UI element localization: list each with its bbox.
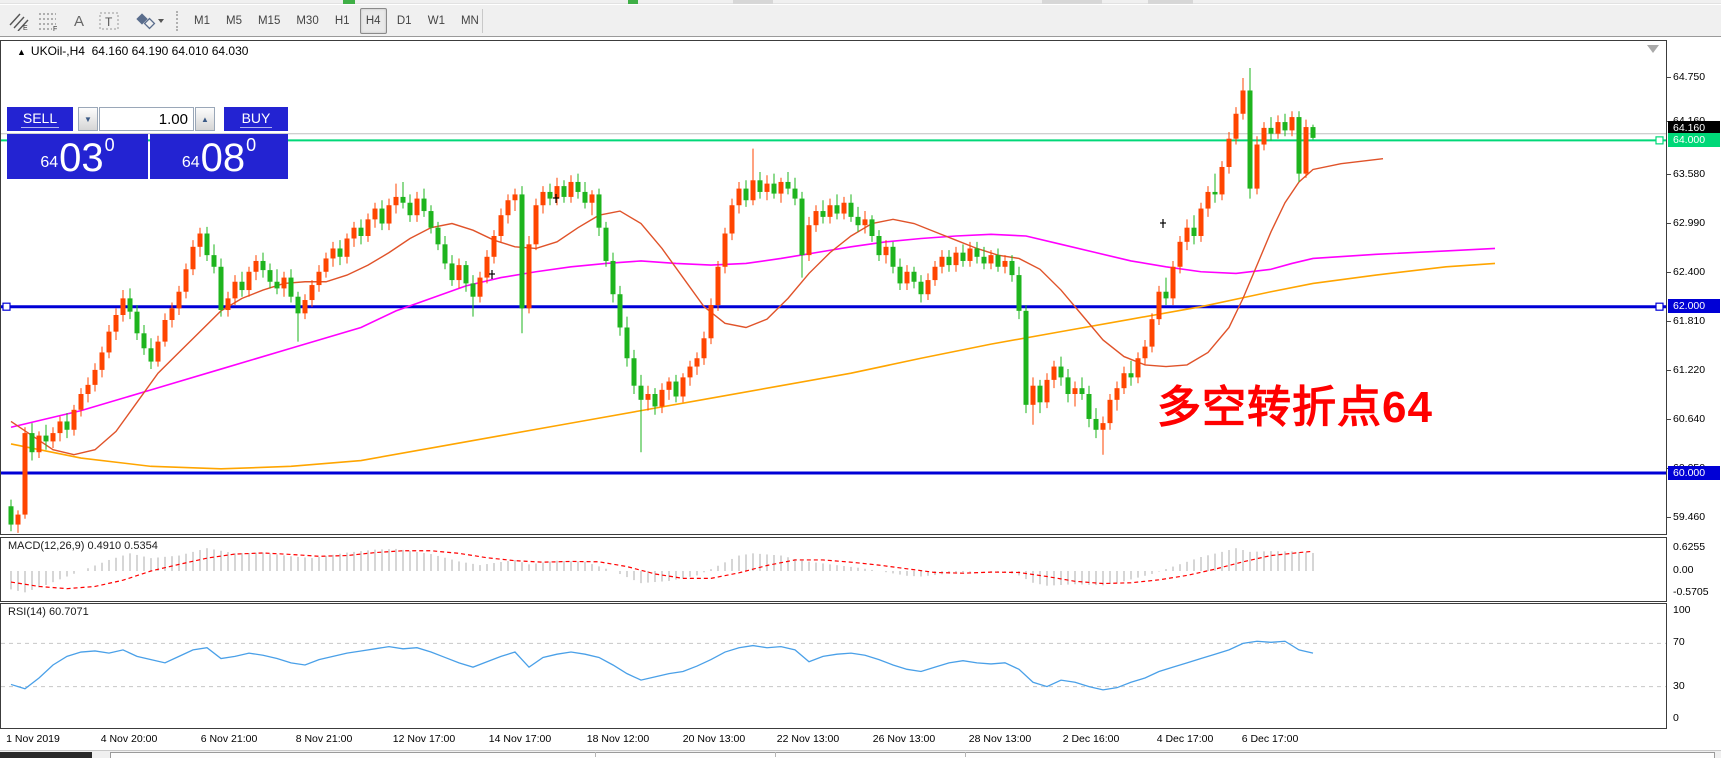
chart-symbol: UKOil-,H4 xyxy=(30,44,85,58)
date-tick-label: 1 Nov 2019 xyxy=(6,733,60,745)
macd-label: MACD(12,26,9) 0.4910 0.5354 xyxy=(8,540,158,552)
timeframe-button-h1[interactable]: H1 xyxy=(329,8,356,34)
rsi-tick-label: 0 xyxy=(1673,712,1679,724)
date-tick-label: 28 Nov 13:00 xyxy=(968,733,1032,745)
price-badge: 60.000 xyxy=(1668,466,1720,480)
macd-tick-label: -0.5705 xyxy=(1673,586,1709,598)
price-badge: 64.000 xyxy=(1668,133,1720,147)
rsi-chart xyxy=(1,640,1666,691)
timeframe-button-m15[interactable]: M15 xyxy=(252,8,286,34)
axis-tick xyxy=(1667,223,1671,224)
shapes-tool-icon[interactable] xyxy=(132,8,166,34)
rsi-pane[interactable]: RSI(14) 60.7071 xyxy=(0,603,1667,729)
bottom-tick xyxy=(595,752,596,757)
timeframe-button-mn[interactable]: MN xyxy=(455,8,485,34)
date-tick-label: 6 Dec 17:00 xyxy=(1241,733,1299,745)
volume-decrease-button[interactable]: ▼ xyxy=(78,107,98,131)
price-tick-label: 61.810 xyxy=(1673,315,1706,327)
bottom-tick xyxy=(775,752,776,757)
toolbar-grip[interactable] xyxy=(176,11,180,31)
toolbar: E F A T M1 M5 M15 M30 H1 H4 D1 W1 MN xyxy=(0,5,1721,37)
main-chart-pane[interactable]: ▲ UKOil-,H4 64.160 64.190 64.010 64.030 多… xyxy=(0,40,1667,535)
sliver-fragment xyxy=(628,0,638,4)
price-axis[interactable]: 64.75064.16063.58062.99062.40061.81061.2… xyxy=(1667,40,1721,750)
timeframe-button-h4[interactable]: H4 xyxy=(359,8,387,34)
date-tick-label: 20 Nov 13:00 xyxy=(682,733,746,745)
svg-text:F: F xyxy=(53,26,57,31)
date-tick-label: 18 Nov 12:00 xyxy=(586,733,650,745)
one-click-trading-panel: SELL ▼ ▲ BUY 64030 64080 xyxy=(7,107,288,179)
sliver-fragment xyxy=(733,0,773,4)
bottom-tick xyxy=(965,752,966,757)
date-tick-label: 4 Dec 17:00 xyxy=(1156,733,1214,745)
text-tool-icon[interactable]: A xyxy=(66,8,92,34)
chart-title: ▲ UKOil-,H4 64.160 64.190 64.010 64.030 xyxy=(17,44,248,58)
price-tick-label: 59.460 xyxy=(1673,511,1706,523)
axis-tick xyxy=(1667,272,1671,273)
mt4-window: E F A T M1 M5 M15 M30 H1 H4 D1 W1 MN ▲ UKOil-,H4 … xyxy=(0,0,1721,758)
fibonacci-lines-icon[interactable]: F xyxy=(36,8,62,34)
axis-tick xyxy=(1667,370,1671,371)
timeframe-group: M1 M5 M15 M30 H1 H4 D1 W1 MN xyxy=(188,8,485,34)
macd-pane[interactable]: MACD(12,26,9) 0.4910 0.5354 xyxy=(0,537,1667,602)
price-tick-label: 63.580 xyxy=(1673,168,1706,180)
date-tick-label: 8 Nov 21:00 xyxy=(295,733,353,745)
price-tick-label: 62.400 xyxy=(1673,266,1706,278)
date-tick-label: 22 Nov 13:00 xyxy=(776,733,840,745)
buy-price-display[interactable]: 64 08 0 xyxy=(150,134,288,179)
collapse-triangle-icon[interactable]: ▲ xyxy=(17,47,26,57)
bottom-white-bar xyxy=(110,752,1715,758)
rsi-tick-label: 30 xyxy=(1673,680,1685,692)
date-tick-label: 26 Nov 13:00 xyxy=(872,733,936,745)
macd-tick-label: 0.6255 xyxy=(1673,541,1706,553)
equidistant-channel-icon[interactable]: E xyxy=(6,8,32,34)
axis-tick xyxy=(1667,517,1671,518)
date-tick-label: 12 Nov 17:00 xyxy=(392,733,456,745)
rsi-tick-label: 70 xyxy=(1673,636,1685,648)
cut-toolbar-sliver xyxy=(0,0,1721,4)
price-tick-label: 61.220 xyxy=(1673,364,1706,376)
sell-button[interactable]: SELL xyxy=(7,107,73,131)
sell-price-display[interactable]: 64 03 0 xyxy=(7,134,148,179)
timeframe-button-m1[interactable]: M1 xyxy=(188,8,216,34)
date-tick-label: 14 Nov 17:00 xyxy=(488,733,552,745)
chart-shift-marker-icon[interactable] xyxy=(1647,45,1659,53)
buy-button[interactable]: BUY xyxy=(224,107,288,131)
timeframe-button-m30[interactable]: M30 xyxy=(290,8,324,34)
text-label-icon[interactable]: T xyxy=(96,8,122,34)
volume-input[interactable] xyxy=(99,107,194,131)
timeframe-button-w1[interactable]: W1 xyxy=(422,8,451,34)
price-tick-label: 60.640 xyxy=(1673,413,1706,425)
axis-tick xyxy=(1667,321,1671,322)
price-tick-label: 64.750 xyxy=(1673,71,1706,83)
rsi-label: RSI(14) 60.7071 xyxy=(8,606,89,618)
date-tick-label: 2 Dec 16:00 xyxy=(1062,733,1120,745)
date-tick-label: 6 Nov 21:00 xyxy=(200,733,258,745)
timeframe-button-m5[interactable]: M5 xyxy=(220,8,248,34)
volume-increase-button[interactable]: ▲ xyxy=(195,107,215,131)
toolbar-separator xyxy=(482,9,483,33)
svg-text:E: E xyxy=(23,25,28,31)
date-tick-label: 4 Nov 20:00 xyxy=(100,733,158,745)
macd-tick-label: 0.00 xyxy=(1673,564,1694,576)
price-tick-label: 62.990 xyxy=(1673,217,1706,229)
price-badge: 62.000 xyxy=(1668,299,1720,313)
sliver-fragment xyxy=(1042,0,1102,4)
chart-ohlc: 64.160 64.190 64.010 64.030 xyxy=(91,44,249,58)
axis-tick xyxy=(1667,77,1671,78)
sliver-fragment xyxy=(1148,0,1193,4)
date-axis[interactable]: 1 Nov 2019 4 Nov 20:00 6 Nov 21:00 8 Nov 21… xyxy=(0,729,1667,750)
sliver-fragment xyxy=(343,0,355,4)
rsi-tick-label: 100 xyxy=(1673,604,1691,616)
bottom-dark-block xyxy=(0,752,92,758)
svg-text:T: T xyxy=(105,15,113,29)
axis-tick xyxy=(1667,419,1671,420)
chinese-annotation-text: 多空转折点64 xyxy=(1157,383,1433,432)
macd-chart xyxy=(10,548,1314,593)
axis-tick xyxy=(1667,174,1671,175)
bottom-cutoff-strip xyxy=(0,750,1721,758)
timeframe-button-d1[interactable]: D1 xyxy=(391,8,418,34)
